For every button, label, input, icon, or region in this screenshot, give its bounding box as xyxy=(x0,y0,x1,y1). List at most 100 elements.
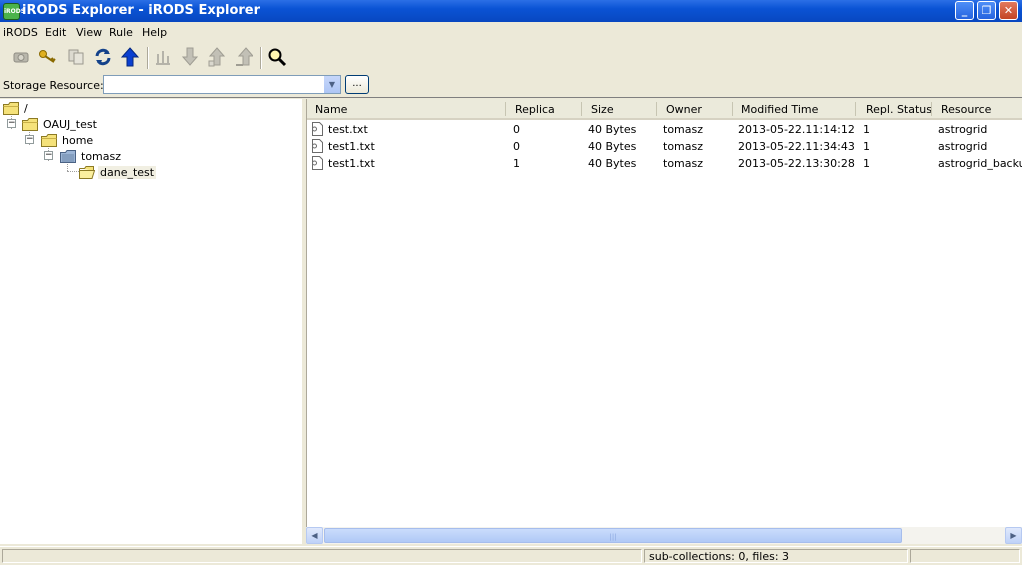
column-divider[interactable] xyxy=(855,102,856,116)
menu-help[interactable]: Help xyxy=(142,26,167,39)
tree-node-dane-test[interactable]: dane_test xyxy=(79,164,157,180)
key-icon[interactable] xyxy=(38,47,58,67)
cell-modified-time: 2013-05-22.11:34:43 xyxy=(738,140,855,153)
app-icon: iRODS xyxy=(3,3,25,20)
column-header-row: Name Replica Size Owner Modified Time Re… xyxy=(307,99,1022,120)
file-icon xyxy=(312,122,323,136)
column-header-resource[interactable]: Resource xyxy=(941,103,991,116)
cell-modified-time: 2013-05-22.13:30:28 xyxy=(738,157,855,170)
menu-rule[interactable]: Rule xyxy=(109,26,133,39)
user-folder-icon xyxy=(60,149,76,163)
tree-node-label: tomasz xyxy=(81,149,122,163)
toolbar xyxy=(0,43,1022,71)
column-header-modified-time[interactable]: Modified Time xyxy=(741,103,818,116)
tree-node-label: / xyxy=(24,101,28,115)
cell-name: test1.txt xyxy=(328,140,375,153)
status-panel xyxy=(910,549,1020,563)
file-icon xyxy=(312,156,323,170)
menu-view[interactable]: View xyxy=(76,26,102,39)
window-title: iRODS Explorer - iRODS Explorer xyxy=(22,3,261,18)
cell-owner: tomasz xyxy=(663,123,704,136)
copy-icon[interactable] xyxy=(66,47,86,67)
table-row[interactable]: test1.txt 1 40 Bytes tomasz 2013-05-22.1… xyxy=(307,155,1022,172)
refresh-icon[interactable] xyxy=(93,47,113,67)
tree-node-label: dane_test xyxy=(98,165,157,179)
tree-node-oauj-test[interactable]: OAUJ_test xyxy=(22,116,99,132)
column-header-replica[interactable]: Replica xyxy=(515,103,555,116)
scroll-thumb[interactable]: ||| xyxy=(324,528,902,543)
scroll-left-button[interactable]: ◀ xyxy=(306,527,323,544)
file-icon xyxy=(312,139,323,153)
divider xyxy=(0,97,1022,98)
cell-replica: 0 xyxy=(513,140,520,153)
folder-icon xyxy=(3,101,19,115)
folder-icon xyxy=(22,117,38,131)
chevron-down-icon[interactable]: ▼ xyxy=(323,76,340,93)
title-bar: iRODS iRODS Explorer - iRODS Explorer _ … xyxy=(0,0,1022,22)
upload-alt-icon[interactable] xyxy=(234,47,254,67)
cell-repl-status: 1 xyxy=(863,123,870,136)
cell-name: test.txt xyxy=(328,123,368,136)
table-row[interactable]: test1.txt 0 40 Bytes tomasz 2013-05-22.1… xyxy=(307,138,1022,155)
cell-replica: 1 xyxy=(513,157,520,170)
cell-repl-status: 1 xyxy=(863,157,870,170)
column-header-repl-status[interactable]: Repl. Status xyxy=(866,103,932,116)
collapse-toggle[interactable]: − xyxy=(7,119,16,128)
cell-resource: astrogrid xyxy=(938,123,988,136)
toolbar-separator xyxy=(147,47,149,69)
cell-size: 40 Bytes xyxy=(588,123,637,136)
column-header-size[interactable]: Size xyxy=(591,103,614,116)
collapse-toggle[interactable]: − xyxy=(25,135,34,144)
cell-owner: tomasz xyxy=(663,140,704,153)
upload-icon[interactable] xyxy=(207,47,227,67)
open-folder-icon xyxy=(79,165,95,179)
close-button[interactable]: ✕ xyxy=(999,1,1018,20)
column-header-name[interactable]: Name xyxy=(315,103,347,116)
disconnect-icon[interactable] xyxy=(11,47,31,67)
storage-resource-row: Storage Resource: ▼ ... xyxy=(0,73,1022,97)
status-text: sub-collections: 0, files: 3 xyxy=(649,550,790,563)
minimize-button[interactable]: _ xyxy=(955,1,974,20)
menu-irods[interactable]: iRODS xyxy=(3,26,38,39)
tree-node-tomasz[interactable]: tomasz xyxy=(60,148,123,164)
column-divider[interactable] xyxy=(581,102,582,116)
column-divider[interactable] xyxy=(656,102,657,116)
browse-resource-button[interactable]: ... xyxy=(345,75,369,94)
cell-name: test1.txt xyxy=(328,157,375,170)
download-icon[interactable] xyxy=(180,47,200,67)
tree-node-label: OAUJ_test xyxy=(43,117,97,131)
tree-node-root[interactable]: / xyxy=(3,100,30,116)
column-divider[interactable] xyxy=(505,102,506,116)
cell-replica: 0 xyxy=(513,123,520,136)
cell-owner: tomasz xyxy=(663,157,704,170)
table-row[interactable]: test.txt 0 40 Bytes tomasz 2013-05-22.11… xyxy=(307,121,1022,138)
replicate-icon[interactable] xyxy=(153,47,173,67)
cell-repl-status: 1 xyxy=(863,140,870,153)
search-icon[interactable] xyxy=(267,47,287,67)
scroll-right-button[interactable]: ▶ xyxy=(1005,527,1022,544)
toolbar-separator xyxy=(260,47,262,69)
scroll-grip: ||| xyxy=(609,533,617,541)
status-bar: sub-collections: 0, files: 3 xyxy=(0,546,1022,565)
column-header-owner[interactable]: Owner xyxy=(666,103,702,116)
cell-resource: astrogrid_backup xyxy=(938,157,1022,170)
cell-modified-time: 2013-05-22.11:14:12 xyxy=(738,123,855,136)
maximize-button[interactable]: ❐ xyxy=(977,1,996,20)
tree-node-label: home xyxy=(62,133,94,147)
column-divider[interactable] xyxy=(732,102,733,116)
menu-edit[interactable]: Edit xyxy=(45,26,66,39)
cell-size: 40 Bytes xyxy=(588,140,637,153)
file-list[interactable]: Name Replica Size Owner Modified Time Re… xyxy=(306,99,1022,544)
collection-tree[interactable]: / − OAUJ_test − home − tomasz dane_test xyxy=(0,99,303,544)
up-arrow-icon[interactable] xyxy=(120,47,140,67)
column-divider[interactable] xyxy=(931,102,932,116)
tree-node-home[interactable]: home xyxy=(41,132,95,148)
menu-bar: iRODS Edit View Rule Help xyxy=(0,23,1022,41)
storage-resource-select[interactable]: ▼ xyxy=(103,75,341,94)
folder-icon xyxy=(41,133,57,147)
collapse-toggle[interactable]: − xyxy=(44,151,53,160)
storage-resource-label: Storage Resource: xyxy=(3,79,104,92)
cell-resource: astrogrid xyxy=(938,140,988,153)
horizontal-scrollbar[interactable]: ◀ ||| ▶ xyxy=(306,527,1022,544)
cell-size: 40 Bytes xyxy=(588,157,637,170)
